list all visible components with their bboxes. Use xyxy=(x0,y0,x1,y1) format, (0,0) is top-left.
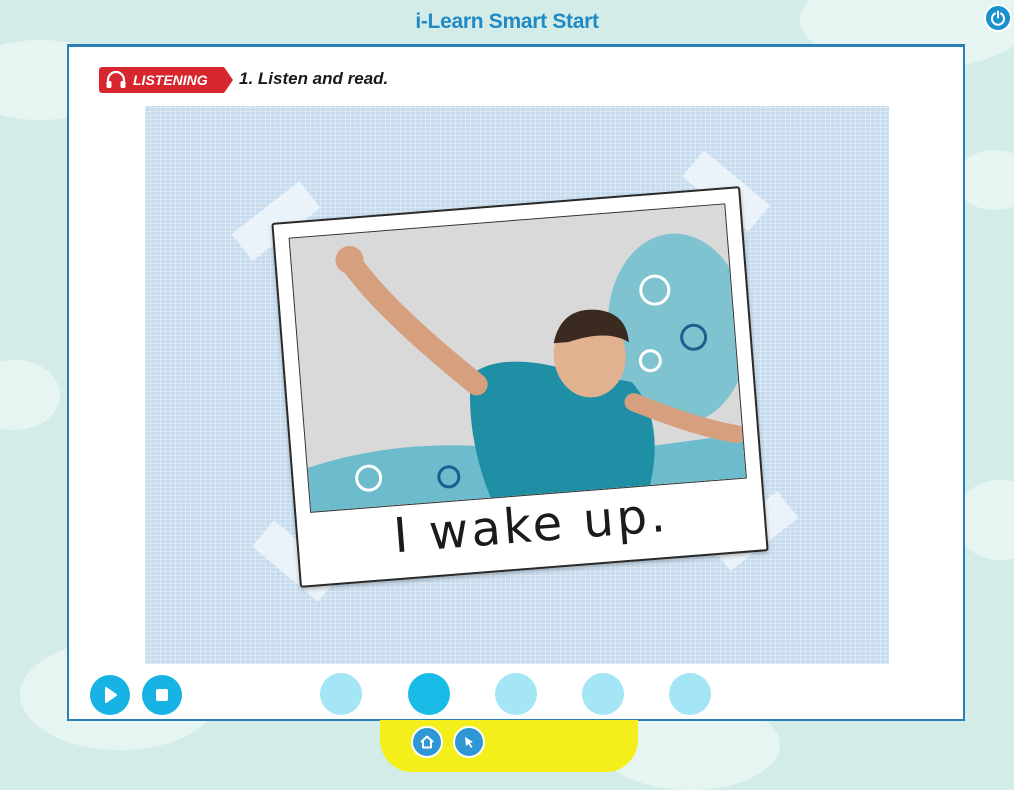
boy-stretching-photo xyxy=(288,203,747,513)
slide-scene: I wake up. xyxy=(145,106,889,664)
power-button[interactable] xyxy=(984,4,1012,32)
slide-dot-5[interactable] xyxy=(669,673,711,715)
stop-button[interactable] xyxy=(142,675,182,715)
background-cloud xyxy=(0,360,60,430)
arrow-icon xyxy=(465,737,473,748)
slide-dot-3[interactable] xyxy=(495,673,537,715)
bottom-nav-tray xyxy=(380,720,638,772)
power-icon xyxy=(991,10,1005,26)
home-icon xyxy=(420,735,434,749)
slide-dot-1[interactable] xyxy=(320,673,362,715)
stop-icon xyxy=(156,689,168,701)
instruction-text: 1. Listen and read. xyxy=(239,69,389,88)
home-button[interactable] xyxy=(411,726,443,758)
app-title: i-Learn Smart Start xyxy=(415,10,599,33)
listening-label: LISTENING xyxy=(133,72,208,88)
slide-dot-4[interactable] xyxy=(582,673,624,715)
slide-dot-2[interactable] xyxy=(408,673,450,715)
playback-controls xyxy=(69,667,963,719)
play-icon xyxy=(105,687,117,703)
lesson-panel: LISTENING 1. Listen and read. I wake up. xyxy=(67,44,965,721)
back-button[interactable] xyxy=(453,726,485,758)
headphones-icon xyxy=(106,70,126,88)
photo-illustration xyxy=(289,204,747,512)
listening-badge: LISTENING xyxy=(99,67,233,93)
play-button[interactable] xyxy=(90,675,130,715)
photo-card: I wake up. xyxy=(271,186,769,588)
